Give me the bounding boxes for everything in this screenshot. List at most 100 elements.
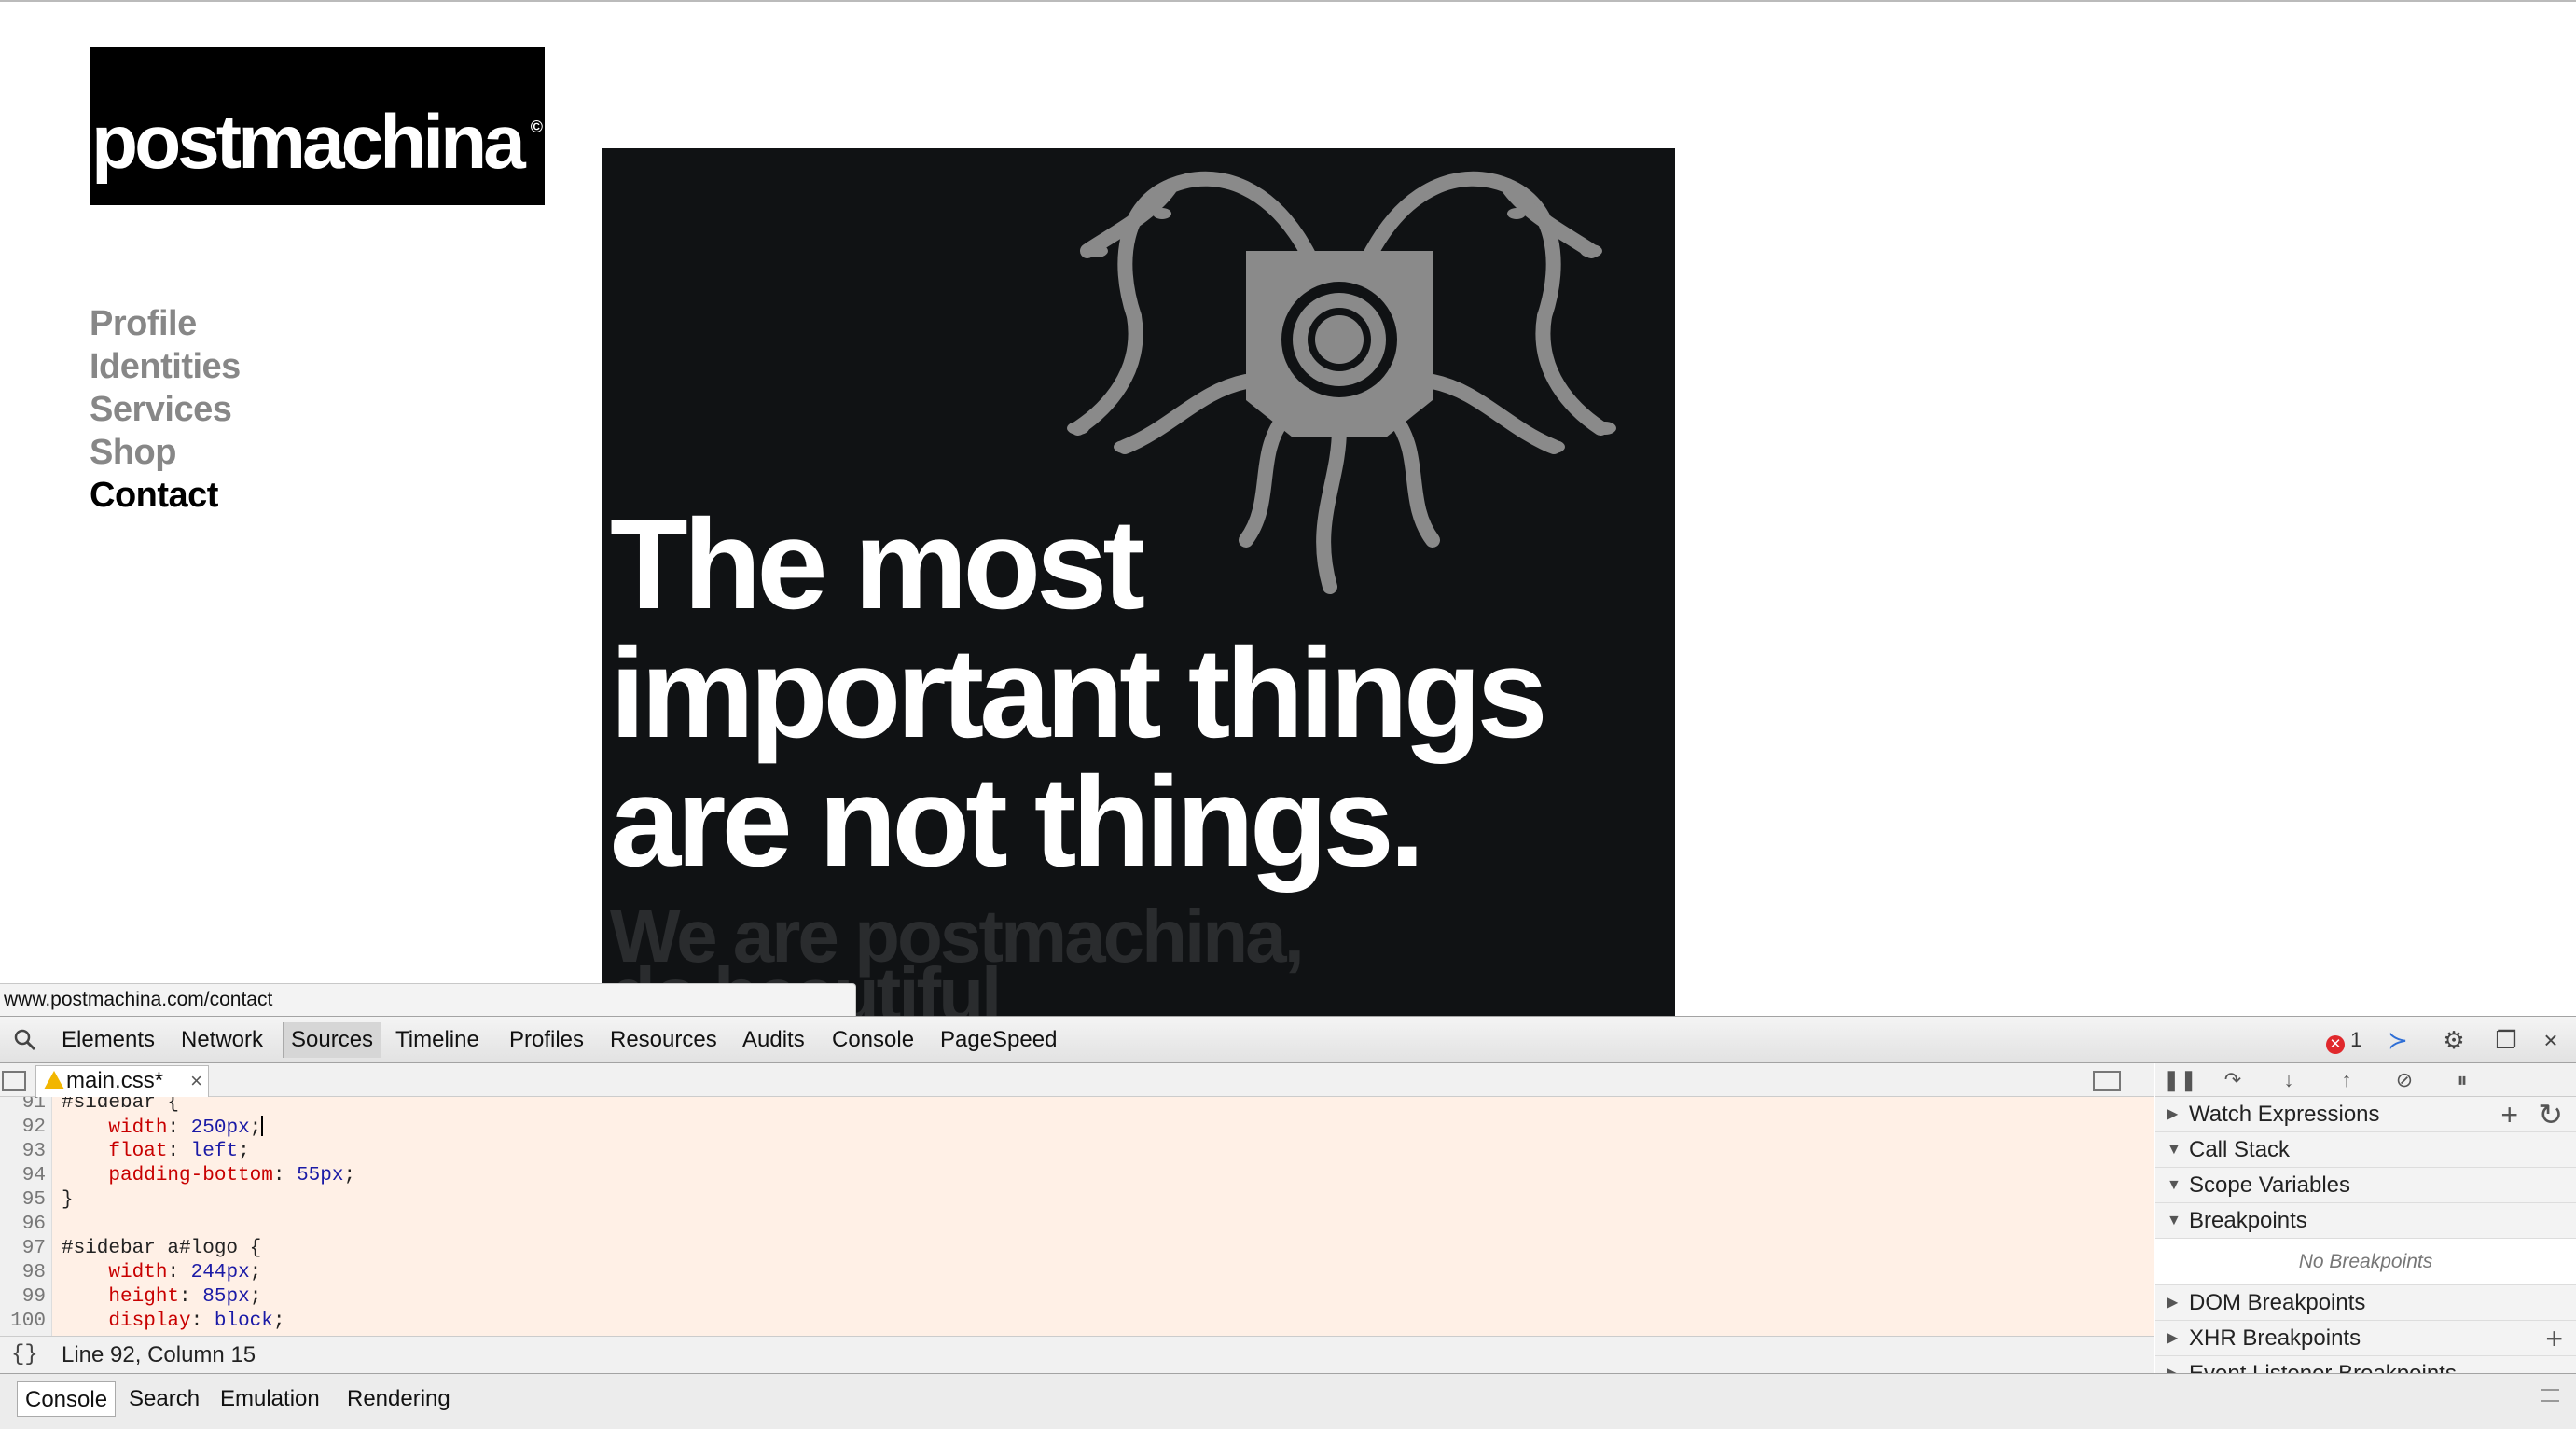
- debugger-toolbar: ❚❚ ↷ ↓ ↑ ⊘ ⏸: [2155, 1063, 2576, 1097]
- css-value: 55px: [297, 1165, 344, 1186]
- pane-label: Scope Variables: [2189, 1172, 2350, 1198]
- tab-console[interactable]: Console: [824, 1022, 921, 1058]
- css-value: 244px: [190, 1262, 250, 1283]
- gear-icon[interactable]: ⚙: [2440, 1028, 2468, 1052]
- pane-call-stack[interactable]: ▼ Call Stack: [2155, 1132, 2576, 1168]
- pretty-print-button[interactable]: {}: [11, 1337, 38, 1374]
- dock-icon[interactable]: ❐: [2492, 1028, 2520, 1052]
- collapsed-triangle-icon: ▶: [2167, 1356, 2178, 1373]
- code-line: }: [62, 1189, 74, 1211]
- nav-identities[interactable]: Identities: [90, 345, 241, 388]
- pane-breakpoints[interactable]: ▼ Breakpoints: [2155, 1203, 2576, 1239]
- hero-poster: The most important things are not things…: [602, 148, 1675, 1016]
- line-number: 99: [21, 1286, 46, 1308]
- search-icon[interactable]: [13, 1028, 37, 1052]
- refresh-icon[interactable]: ↻: [2538, 1097, 2563, 1132]
- tab-timeline[interactable]: Timeline: [388, 1022, 487, 1058]
- line-number: 94: [21, 1165, 46, 1186]
- error-icon: ✕: [2326, 1035, 2345, 1054]
- deactivate-breakpoints-icon[interactable]: ⊘: [2392, 1069, 2417, 1091]
- no-breakpoints-message: No Breakpoints: [2155, 1239, 2576, 1285]
- tab-sources[interactable]: Sources: [283, 1022, 382, 1058]
- close-icon[interactable]: ×: [2537, 1028, 2565, 1052]
- close-tab-icon[interactable]: ×: [190, 1066, 202, 1096]
- resize-grip-icon[interactable]: [2541, 1389, 2559, 1402]
- nav-profile[interactable]: Profile: [90, 302, 241, 345]
- collapsed-triangle-icon: ▶: [2167, 1295, 2179, 1311]
- line-number: 96: [21, 1214, 46, 1235]
- code-line: width: 250px;: [108, 1116, 264, 1139]
- code-line: #sidebar {: [62, 1097, 180, 1114]
- collapsed-triangle-icon: ▶: [2167, 1330, 2179, 1346]
- expanded-triangle-icon: ▼: [2167, 1213, 2181, 1228]
- text-caret: [261, 1116, 264, 1136]
- drawer-tab-emulation[interactable]: Emulation: [213, 1381, 327, 1417]
- css-property: width: [108, 1262, 168, 1283]
- code-line: float: left;: [108, 1141, 250, 1162]
- file-tab-main-css[interactable]: main.css* ×: [35, 1065, 209, 1097]
- tab-pagespeed[interactable]: PageSpeed: [933, 1022, 1064, 1058]
- debugger-toggle-icon[interactable]: [2093, 1071, 2121, 1091]
- line-number: 92: [21, 1117, 46, 1138]
- tab-elements[interactable]: Elements: [54, 1022, 162, 1058]
- editor-statusbar: {} Line 92, Column 15: [0, 1336, 2154, 1373]
- navigator-toggle-icon[interactable]: [2, 1071, 26, 1091]
- pane-xhr-breakpoints[interactable]: ▶ XHR Breakpoints +: [2155, 1321, 2576, 1356]
- collapsed-triangle-icon: ▶: [2167, 1106, 2179, 1122]
- devtools-drawer-tabbar: Console Search Emulation Rendering: [0, 1373, 2576, 1429]
- pause-icon[interactable]: ❚❚: [2163, 1069, 2197, 1091]
- link-status-url: www.postmachina.com/contact: [0, 983, 856, 1016]
- pane-event-listener-breakpoints[interactable]: ▶ Event Listener Breakpoints: [2155, 1356, 2576, 1373]
- headline-line-2: important things: [610, 622, 1548, 765]
- tab-resources[interactable]: Resources: [602, 1022, 725, 1058]
- css-value: 250px: [190, 1117, 250, 1139]
- drawer-tab-console[interactable]: Console: [17, 1381, 117, 1417]
- pane-label: Breakpoints: [2189, 1208, 2307, 1233]
- css-property: height: [108, 1286, 180, 1308]
- tab-network[interactable]: Network: [173, 1022, 270, 1058]
- site-nav: Profile Identities Services Shop Contact: [90, 302, 241, 517]
- error-count: 1: [2350, 1028, 2362, 1051]
- css-property: display: [108, 1311, 191, 1332]
- step-over-icon[interactable]: ↷: [2221, 1069, 2245, 1091]
- nav-services[interactable]: Services: [90, 388, 241, 431]
- line-number: 97: [21, 1238, 46, 1259]
- drawer-tab-rendering[interactable]: Rendering: [339, 1381, 458, 1417]
- css-property: float: [108, 1141, 168, 1162]
- css-property: width: [108, 1117, 168, 1139]
- add-icon[interactable]: +: [2545, 1321, 2563, 1356]
- logo-mark: ©: [530, 118, 543, 136]
- step-out-icon[interactable]: ↑: [2334, 1069, 2359, 1091]
- site-logo[interactable]: postmachina ©: [90, 47, 545, 205]
- file-tab-label: main.css*: [66, 1068, 164, 1093]
- tab-audits[interactable]: Audits: [735, 1022, 812, 1058]
- code-line: height: 85px;: [108, 1286, 262, 1308]
- nav-shop[interactable]: Shop: [90, 431, 241, 474]
- pane-watch-expressions[interactable]: ▶ Watch Expressions + ↻: [2155, 1097, 2576, 1132]
- line-number: 93: [21, 1141, 46, 1162]
- console-drawer-icon[interactable]: ≻: [2384, 1028, 2412, 1052]
- code-line: width: 244px;: [108, 1262, 262, 1283]
- cursor-position: Line 92, Column 15: [62, 1342, 256, 1367]
- pane-label: DOM Breakpoints: [2189, 1290, 2366, 1315]
- code-editor[interactable]: 91 92 93 94 95 96 97 98 99 100 #sidebar …: [0, 1097, 2154, 1336]
- add-icon[interactable]: +: [2500, 1097, 2518, 1132]
- step-into-icon[interactable]: ↓: [2277, 1069, 2301, 1091]
- pause-on-exceptions-icon[interactable]: ⏸: [2450, 1069, 2474, 1091]
- pane-dom-breakpoints[interactable]: ▶ DOM Breakpoints: [2155, 1285, 2576, 1321]
- css-value: block: [214, 1311, 273, 1332]
- css-value: left: [190, 1141, 239, 1162]
- expanded-triangle-icon: ▼: [2167, 1142, 2181, 1158]
- nav-contact[interactable]: Contact: [90, 474, 241, 517]
- tab-profiles[interactable]: Profiles: [502, 1022, 591, 1058]
- pane-label: Call Stack: [2189, 1137, 2291, 1162]
- code-line: #sidebar a#logo {: [62, 1238, 262, 1259]
- logo-text: postmachina: [91, 100, 526, 185]
- line-number: 100: [10, 1311, 46, 1332]
- debugger-sidebar: ❚❚ ↷ ↓ ↑ ⊘ ⏸ ▶ Watch Expressions + ↻ ▼ C…: [2155, 1063, 2576, 1373]
- website-viewport: postmachina © Profile Identities Service…: [0, 0, 2576, 1016]
- error-counter[interactable]: ✕ 1: [2326, 1026, 2361, 1054]
- line-number: 95: [21, 1189, 46, 1211]
- pane-scope-variables[interactable]: ▼ Scope Variables: [2155, 1168, 2576, 1203]
- drawer-tab-search[interactable]: Search: [121, 1381, 207, 1417]
